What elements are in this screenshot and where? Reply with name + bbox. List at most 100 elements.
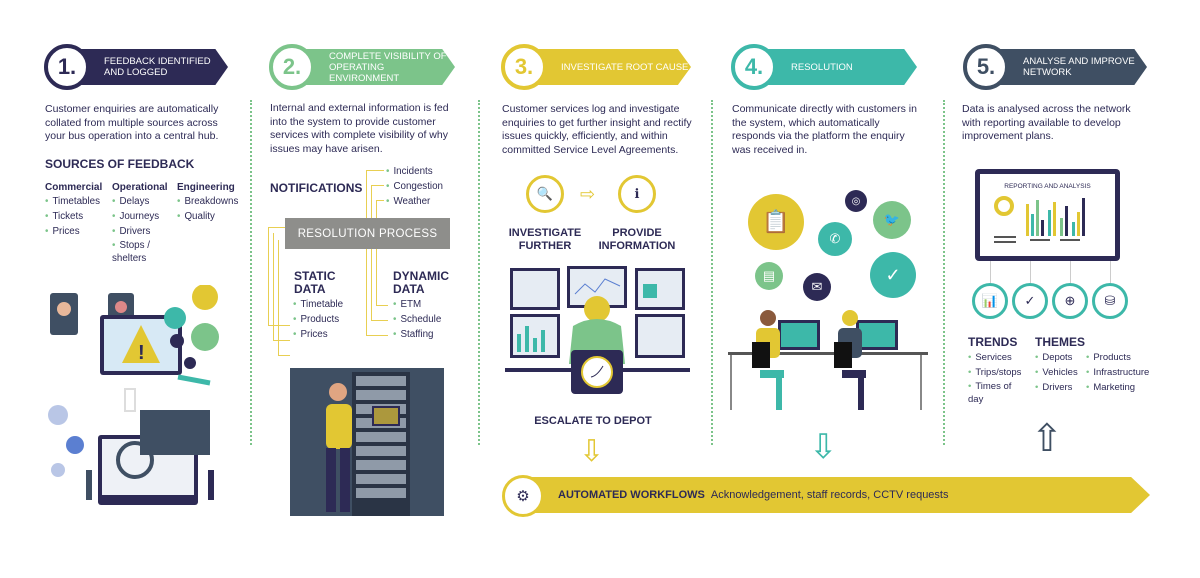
connector — [990, 261, 991, 283]
step1-description: Customer enquiries are automatically col… — [45, 103, 219, 142]
themes-list-2: ProductsInfrastructureMarketing — [1086, 350, 1149, 395]
report-search-icon: 📊 — [972, 283, 1008, 319]
report-title: REPORTING AND ANALYSIS — [1004, 183, 1091, 190]
connector — [278, 240, 279, 356]
connector — [1110, 261, 1111, 283]
column-title: Engineering — [177, 182, 235, 193]
report-chart — [994, 196, 1085, 243]
step2-description: Internal and external information is fed… — [270, 102, 449, 155]
arrow-right-icon: ⇨ — [580, 184, 596, 204]
list-item: Vehicles — [1035, 365, 1077, 380]
step1-number: 1. — [44, 44, 90, 90]
list-item: Trips/stops — [968, 365, 1032, 380]
list-item: Drivers — [1035, 380, 1078, 395]
step4-description: Communicate directly with customers in t… — [732, 103, 917, 156]
connector — [376, 249, 377, 305]
list-item: Quality — [177, 209, 238, 224]
step4-title: Resolution — [791, 61, 853, 73]
list-item: Depots — [1035, 350, 1078, 365]
browser-icon: ◎ — [845, 190, 867, 212]
list-item: Prices — [293, 327, 343, 342]
clipboard-check-icon: ✓ — [870, 252, 916, 298]
column-title: Commercial — [45, 182, 103, 193]
step3-title: Investigate root cause — [561, 61, 689, 73]
list-item: Drivers — [112, 224, 174, 239]
notifications-list: IncidentsCongestionWeather — [386, 164, 443, 209]
column-title: Operational — [112, 182, 168, 193]
server-room-illustration — [290, 368, 444, 516]
trends-list: ServicesTrips/stopsTimes of day — [968, 350, 1032, 406]
step1-title: Feedback identified and logged — [104, 56, 211, 78]
connector — [366, 170, 384, 171]
connector — [1070, 261, 1071, 283]
analyst-monitors-illustration — [505, 266, 690, 394]
list-item: Breakdowns — [177, 194, 238, 209]
list-item: Journeys — [112, 209, 174, 224]
list-item: Schedule — [393, 312, 441, 327]
list-item: Times of day — [968, 380, 1013, 406]
connector — [1030, 261, 1031, 283]
workflow-title: AUTOMATED WORKFLOWS — [558, 489, 705, 501]
connector — [376, 305, 388, 306]
list-item: Prices — [45, 224, 102, 239]
themes-heading: THEMES — [1035, 335, 1086, 349]
email-icon: ✉ — [803, 273, 831, 301]
divider — [943, 100, 945, 445]
connector — [268, 325, 290, 326]
list-item: Timetable — [293, 297, 343, 312]
provide-information-label: PROVIDE INFORMATION — [598, 227, 676, 252]
twitter-icon: 🐦 — [873, 201, 911, 239]
step5-banner: Analyse and improve network — [989, 49, 1147, 85]
reporting-monitor: REPORTING AND ANALYSIS — [975, 169, 1120, 261]
list-item: Products — [1086, 350, 1149, 365]
information-document-icon: ℹ — [618, 175, 656, 213]
list-item: Products — [293, 312, 343, 327]
step2-title: Complete visibility of operating environ… — [329, 50, 447, 84]
source-column-operational: Operational DelaysJourneysDriversStops /… — [112, 182, 174, 265]
step3-number: 3. — [501, 44, 547, 90]
connector — [371, 185, 372, 218]
static-data-heading: STATIC DATA — [294, 269, 336, 296]
dynamic-data-heading: DYNAMIC DATA — [393, 269, 449, 296]
connector — [268, 227, 285, 228]
step5-number: 5. — [963, 44, 1009, 90]
investigate-document-icon: 🔍 — [526, 175, 564, 213]
report-add-icon: ⊕ — [1052, 283, 1088, 319]
list-item: Marketing — [1086, 380, 1149, 395]
source-column-commercial: Commercial TimetablesTicketsPrices — [45, 182, 102, 239]
list-item: Staffing — [393, 327, 441, 342]
automated-workflows-bar: AUTOMATED WORKFLOWS Acknowledgement, sta… — [520, 477, 1150, 513]
list-item: Incidents — [386, 164, 443, 179]
list-item: Infrastructure — [1086, 365, 1149, 380]
dynamic-data-list: ETMScheduleStaffing — [393, 297, 441, 342]
connector — [371, 185, 384, 186]
agents-illustration — [728, 310, 928, 410]
investigate-further-label: INVESTIGATE FURTHER — [508, 227, 582, 252]
step3-description: Customer services log and investigate en… — [502, 103, 692, 156]
source-column-engineering: Engineering BreakdownsQuality — [177, 182, 238, 224]
divider — [478, 100, 480, 445]
connector — [273, 233, 274, 341]
connector — [366, 249, 367, 335]
connector — [371, 249, 372, 320]
resolution-process-box: RESOLUTION PROCESS — [285, 218, 450, 249]
escalate-to-depot-label: ESCALATE TO DEPOT — [534, 415, 652, 427]
connector — [366, 335, 388, 336]
themes-list: DepotsVehiclesDrivers — [1035, 350, 1078, 395]
divider — [711, 100, 713, 445]
connector — [366, 170, 367, 218]
list-item: Timetables — [45, 194, 102, 209]
static-data-list: TimetableProductsPrices — [293, 297, 343, 342]
connector — [268, 227, 269, 325]
step4-banner: Resolution — [757, 49, 917, 85]
list-item: ETM — [393, 297, 441, 312]
chat-icon: ▤ — [755, 262, 783, 290]
workflow-text: Acknowledgement, staff records, CCTV req… — [710, 489, 949, 501]
connector — [273, 340, 290, 341]
svg-text:!: ! — [138, 342, 145, 364]
feedback-illustration: ! — [48, 285, 219, 505]
step2-banner: Complete visibility of operating environ… — [295, 49, 455, 85]
step4-number: 4. — [731, 44, 777, 90]
arrow-up-icon: ⇧ — [1031, 418, 1063, 460]
workflow-settings-icon: ⚙ — [502, 475, 544, 517]
